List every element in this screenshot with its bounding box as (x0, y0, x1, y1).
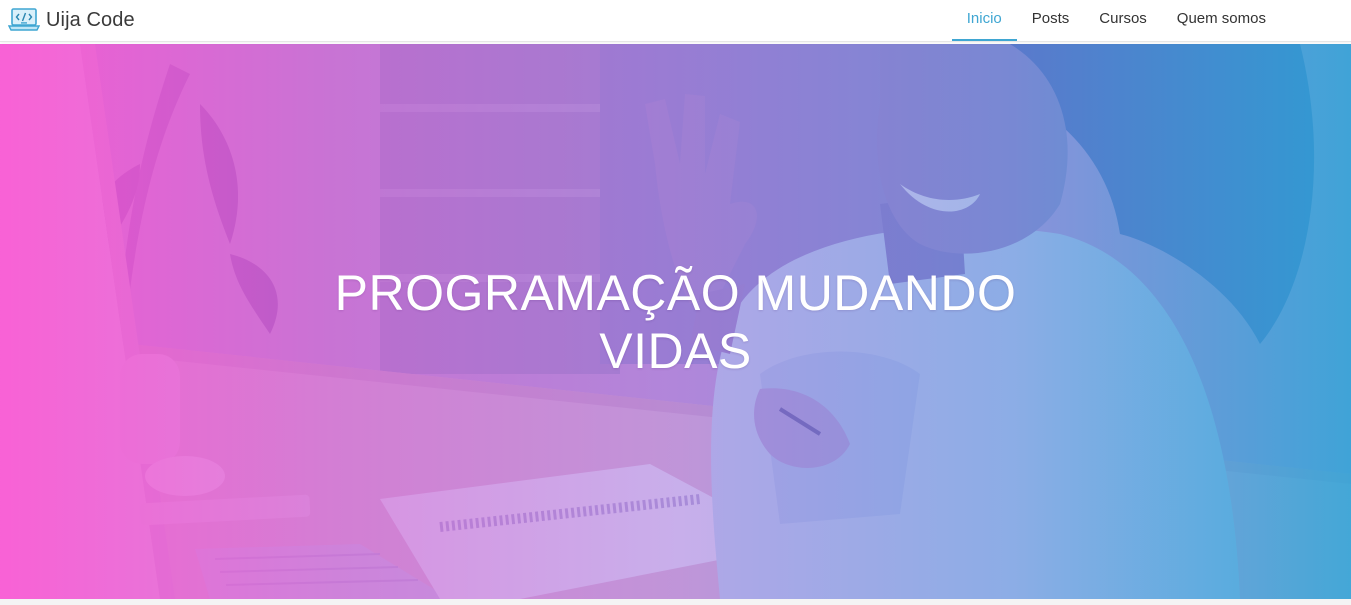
top-navbar: Uija Code Inicio Posts Cursos Quem somos (0, 0, 1351, 42)
nav-link-cursos[interactable]: Cursos (1084, 0, 1162, 36)
page-divider (0, 599, 1351, 605)
nav-link-posts[interactable]: Posts (1017, 0, 1085, 36)
nav-link-quem-somos[interactable]: Quem somos (1162, 0, 1281, 36)
brand-name: Uija Code (46, 8, 135, 31)
main-nav: Inicio Posts Cursos Quem somos (951, 0, 1281, 41)
hero-title: PROGRAMAÇÃO MUDANDO VIDAS (326, 264, 1026, 380)
hero-title-line2: VIDAS (599, 323, 752, 379)
hero-banner: PROGRAMAÇÃO MUDANDO VIDAS (0, 44, 1351, 599)
nav-link-inicio[interactable]: Inicio (951, 0, 1017, 41)
laptop-code-icon (8, 7, 40, 33)
hero-title-line1: PROGRAMAÇÃO MUDANDO (334, 265, 1017, 321)
brand-link[interactable]: Uija Code (8, 6, 135, 34)
